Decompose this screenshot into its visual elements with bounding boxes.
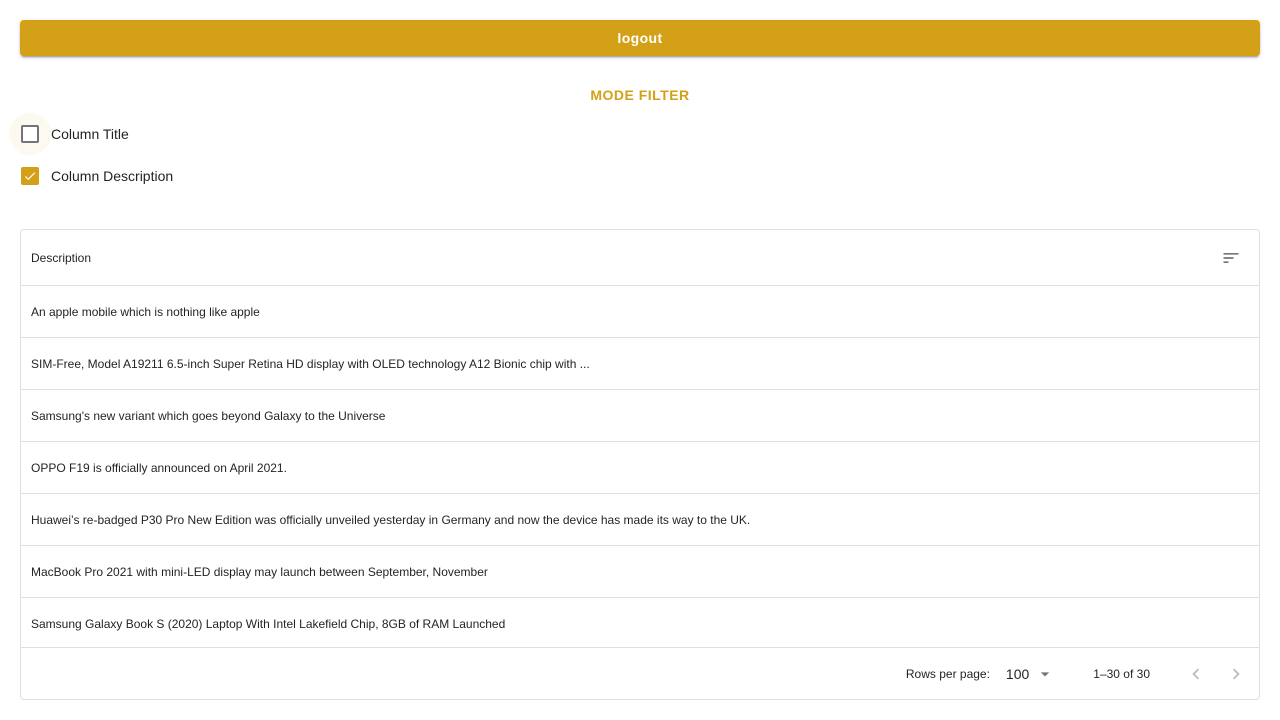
- data-grid: Description An apple mobile which is not…: [20, 229, 1260, 700]
- chevron-right-icon: [1232, 668, 1240, 679]
- arrow-drop-down-icon: [1041, 671, 1050, 676]
- grid-header: Description: [21, 230, 1259, 286]
- table-row[interactable]: Samsung's new variant which goes beyond …: [21, 390, 1259, 442]
- rows-per-page-select[interactable]: 100: [1006, 664, 1055, 684]
- mode-filter-button[interactable]: MODE FILTER: [0, 84, 1280, 106]
- previous-page-button[interactable]: [1176, 654, 1216, 694]
- logout-button[interactable]: logout: [20, 20, 1260, 56]
- rows-per-page-label: Rows per page:: [905, 666, 990, 681]
- column-title-label: Column Title: [51, 126, 129, 142]
- checkbox-checked-icon: [21, 167, 39, 185]
- table-row[interactable]: Huawei’s re-badged P30 Pro New Edition w…: [21, 494, 1259, 546]
- column-title-checkbox-row[interactable]: Column Title: [0, 113, 129, 155]
- table-row[interactable]: MacBook Pro 2021 with mini-LED display m…: [21, 546, 1259, 598]
- grid-rows: An apple mobile which is nothing like ap…: [21, 286, 1259, 647]
- grid-footer: Rows per page: 100 1–30 of 30: [21, 647, 1259, 699]
- column-description-label: Column Description: [51, 168, 174, 184]
- column-description-checkbox-row[interactable]: Column Description: [0, 155, 173, 197]
- table-row[interactable]: OPPO F19 is officially announced on Apri…: [21, 442, 1259, 494]
- pagination-range: 1–30 of 30: [1093, 666, 1150, 681]
- chevron-left-icon: [1192, 668, 1200, 679]
- table-row[interactable]: An apple mobile which is nothing like ap…: [21, 286, 1259, 338]
- rows-per-page-value: 100: [1005, 665, 1030, 682]
- sort-icon[interactable]: [1217, 244, 1245, 272]
- column-description-checkbox[interactable]: [9, 155, 51, 197]
- check-icon: [24, 172, 36, 181]
- next-page-button[interactable]: [1216, 654, 1256, 694]
- checkbox-unchecked-icon: [21, 125, 39, 143]
- column-header-description[interactable]: Description: [31, 251, 91, 265]
- table-row[interactable]: SIM-Free, Model A19211 6.5-inch Super Re…: [21, 338, 1259, 390]
- column-title-checkbox[interactable]: [9, 113, 51, 155]
- table-row[interactable]: Samsung Galaxy Book S (2020) Laptop With…: [21, 598, 1259, 647]
